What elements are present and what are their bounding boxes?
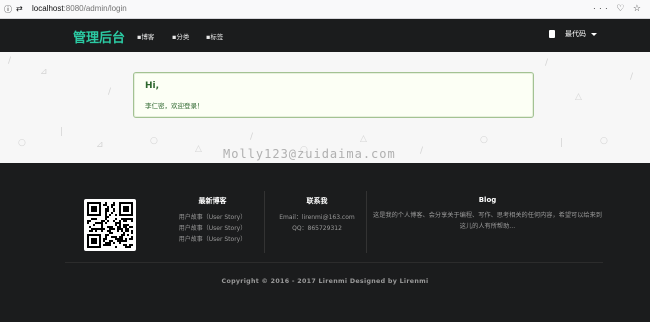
nav-link-category[interactable]: ▪分类 xyxy=(172,31,189,41)
pattern-glyph: / xyxy=(545,58,549,68)
user-menu[interactable]: 最代码 xyxy=(549,29,597,39)
brand-title[interactable]: 管理后台 xyxy=(73,27,125,46)
contact-qq: QQ：865729312 xyxy=(292,225,342,232)
message-text: 李仁密，欢迎登录！ xyxy=(145,102,204,110)
blog-description: 这是我的个人博客、会分享关于编程、写作、思考相关的任何内容，希望可以给来到这儿的… xyxy=(373,212,602,230)
qr-code-icon xyxy=(84,199,136,251)
document-icon xyxy=(549,30,555,38)
url-path: :8080/admin/login xyxy=(63,4,127,13)
pattern-glyph: ○ xyxy=(600,136,608,146)
pattern-glyph: / xyxy=(630,72,634,82)
nav-link-blog[interactable]: ▪博客 xyxy=(137,31,154,41)
welcome-message: Hi, 李仁密，欢迎登录！ xyxy=(133,72,534,118)
footer-latest-blogs: 最新博客 用户故事（User Story） 用户故事（User Story） 用… xyxy=(165,196,260,245)
pattern-glyph: ○ xyxy=(480,135,488,145)
caret-down-icon xyxy=(591,32,597,36)
footer-blog: Blog 这是我的个人博客、会分享关于编程、写作、思考相关的任何内容，希望可以给… xyxy=(370,196,605,232)
pattern-glyph: | xyxy=(60,127,64,137)
pattern-glyph: △ xyxy=(195,144,202,154)
nav-link-tags[interactable]: ▪标签 xyxy=(206,31,223,41)
site-footer: Molly123@zuidaima.com 最新博客 用户故事（User Sto… xyxy=(0,147,650,322)
user-name: 最代码 xyxy=(565,30,586,38)
pattern-glyph: / xyxy=(250,132,254,142)
pattern-glyph: | xyxy=(560,138,564,148)
url-text[interactable]: localhost:8080/admin/login xyxy=(32,4,127,13)
latest-blog-link[interactable]: 用户故事（User Story） xyxy=(165,212,260,223)
pattern-glyph: / xyxy=(8,56,12,66)
blog-title: Blog xyxy=(478,196,497,204)
footer-divider xyxy=(264,191,265,253)
message-title: Hi, xyxy=(145,81,160,91)
pattern-glyph: ⊿ xyxy=(96,140,104,150)
footer-contact: 联系我 Email：lirenmi@163.com QQ：865729312 xyxy=(272,196,362,234)
browser-url-bar[interactable]: ⓘ ⇄ localhost:8080/admin/login ··· ♡ ☆ xyxy=(0,0,650,19)
footer-horizontal-divider xyxy=(65,262,603,263)
pattern-glyph: ○ xyxy=(150,136,158,146)
qr-code-graphic xyxy=(87,202,133,248)
browser-menu-button[interactable]: ··· ♡ ☆ xyxy=(593,3,644,14)
latest-blog-link[interactable]: 用户故事（User Story） xyxy=(165,234,260,245)
url-host: localhost xyxy=(32,4,64,13)
pattern-glyph: / xyxy=(108,87,112,97)
pattern-glyph: ○ xyxy=(18,138,26,148)
pattern-glyph: / xyxy=(420,146,424,156)
watermark: Molly123@zuidaima.com xyxy=(223,147,396,161)
contact-email: Email：lirenmi@163.com xyxy=(279,214,355,221)
pattern-glyph: △ xyxy=(575,92,582,102)
menu-dots: ··· xyxy=(592,3,611,13)
latest-blog-link[interactable]: 用户故事（User Story） xyxy=(165,223,260,234)
info-icon[interactable]: ⓘ xyxy=(4,4,12,15)
footer-divider xyxy=(366,191,367,253)
copyright-text: Copyright © 2016 - 2017 Lirenmi Designed… xyxy=(221,278,429,285)
latest-blogs-title: 最新博客 xyxy=(198,197,227,205)
pattern-glyph: △ xyxy=(360,134,367,144)
pattern-glyph: ⊿ xyxy=(40,67,48,77)
contact-title: 联系我 xyxy=(306,197,328,205)
top-navbar: 管理后台 ▪博客 ▪分类 ▪标签 最代码 xyxy=(0,19,650,52)
site-icon[interactable]: ⇄ xyxy=(16,4,23,13)
